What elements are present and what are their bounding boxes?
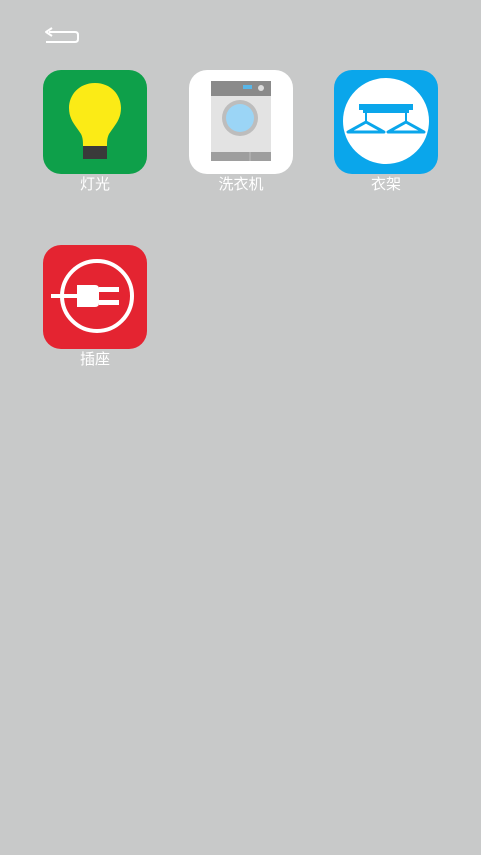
device-label: 插座 bbox=[79, 350, 110, 368]
device-label: 灯光 bbox=[79, 175, 110, 193]
power-plug-icon bbox=[43, 245, 147, 349]
device-tile-washer[interactable]: 洗衣机 bbox=[189, 70, 293, 193]
washing-machine-icon bbox=[189, 70, 293, 174]
lightbulb-icon bbox=[43, 70, 147, 174]
back-button[interactable] bbox=[40, 24, 80, 50]
device-tile-socket[interactable]: 插座 bbox=[43, 245, 147, 368]
device-tile-clothes-rack[interactable]: 衣架 bbox=[334, 70, 438, 193]
clothes-hanger-icon bbox=[334, 70, 438, 174]
device-label: 衣架 bbox=[370, 175, 401, 193]
device-tile-light[interactable]: 灯光 bbox=[43, 70, 147, 193]
device-label: 洗衣机 bbox=[218, 175, 264, 193]
back-arrow-icon bbox=[45, 27, 79, 43]
